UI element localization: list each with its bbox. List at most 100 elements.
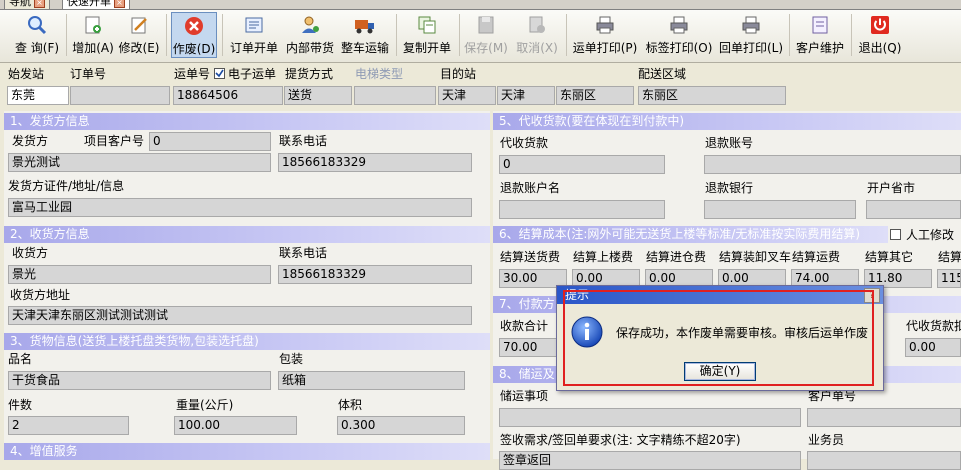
settle-total-field[interactable]: 115	[937, 269, 961, 288]
elevator-field[interactable]	[354, 86, 436, 105]
pack-field[interactable]: 纸箱	[278, 371, 465, 390]
search-icon	[26, 14, 48, 36]
settle-section-header: 6、结算成本(注:网外可能无送货上楼等标准/无标准按实际费用结算)	[493, 226, 888, 243]
settle-col-label: 结算	[938, 250, 961, 264]
dest-city-field[interactable]: 天津	[497, 86, 555, 105]
province-label: 开户省市	[867, 181, 916, 195]
receipt-field[interactable]: 签章返回	[499, 451, 801, 470]
customer-maintenance-button[interactable]: 客户维护	[794, 12, 846, 58]
order-no-field[interactable]	[70, 86, 170, 105]
goods-section-header: 3、货物信息(送货上楼托盘类货物,包装选托盘)	[4, 333, 490, 350]
void-button[interactable]: 作废(D)	[171, 12, 217, 58]
shipper-id-field[interactable]: 富马工业园	[8, 198, 472, 217]
save-button[interactable]: 保存(M)	[464, 12, 508, 58]
cod-amount-field[interactable]: 0	[499, 155, 665, 174]
pickup-field[interactable]: 送货	[284, 86, 352, 105]
consignee-name-field[interactable]: 景光	[8, 265, 271, 284]
settle-col-label: 结算进仓费	[646, 250, 707, 264]
truck-button[interactable]: 整车运输	[339, 12, 391, 58]
printer-icon	[740, 14, 762, 36]
cod-section-header: 5、代收货款(要在体现在到付款中)	[493, 113, 961, 130]
close-icon[interactable]: ×	[114, 0, 125, 8]
volume-label: 体积	[338, 398, 363, 412]
receipt-print-button[interactable]: 回单打印(L)	[718, 12, 784, 58]
start-station-label: 始发站	[8, 67, 45, 81]
shipper-section-header: 1、发货方信息	[4, 113, 490, 130]
highlight-box	[563, 290, 874, 386]
tab-quick-order[interactable]: 快速开单 ×	[62, 0, 130, 9]
payment-cod-label: 代收货款扣	[906, 319, 961, 333]
consignee-phone-label: 联系电话	[279, 246, 328, 260]
void-icon	[183, 15, 205, 37]
settle-col-label: 结算运费	[792, 250, 841, 264]
refund-name-label: 退款账户名	[500, 181, 561, 195]
elevator-label: 电梯类型	[355, 67, 404, 81]
shipper-name-label: 发货方	[12, 134, 49, 148]
person-icon	[299, 14, 321, 36]
cancel-button[interactable]: 取消(X)	[514, 12, 560, 58]
consignee-phone-field[interactable]: 18566183329	[278, 265, 472, 284]
volume-field[interactable]: 0.300	[337, 416, 465, 435]
waybill-no-label: 运单号	[174, 67, 211, 81]
e-waybill-checkbox[interactable]	[214, 68, 225, 79]
edit-button[interactable]: 修改(E)	[118, 12, 160, 58]
cancel-icon	[526, 14, 548, 36]
order-button[interactable]: 订单开单	[228, 12, 280, 58]
payment-total-label: 收款合计	[500, 319, 549, 333]
printer-icon	[594, 14, 616, 36]
refund-bank-label: 退款银行	[705, 181, 754, 195]
settle-col-label: 结算其它	[865, 250, 914, 264]
waybill-no-field[interactable]: 18864506	[173, 86, 283, 105]
delivery-area-field[interactable]: 东丽区	[638, 86, 786, 105]
tab-navigation[interactable]: 导航 ×	[4, 0, 50, 9]
weight-field[interactable]: 100.00	[174, 416, 297, 435]
payment-cod-field[interactable]: 0.00	[905, 338, 961, 357]
project-no-field[interactable]: 0	[149, 132, 271, 151]
internal-carry-button[interactable]: 内部带货	[284, 12, 336, 58]
printer-icon	[668, 14, 690, 36]
start-station-field[interactable]: 东莞	[7, 86, 69, 105]
customer-no-field[interactable]	[807, 408, 961, 427]
waybill-print-button[interactable]: 运单打印(P)	[571, 12, 639, 58]
qty-field[interactable]: 2	[8, 416, 129, 435]
shipper-phone-field[interactable]: 18566183329	[278, 153, 472, 172]
consignee-section-header: 2、收货方信息	[4, 226, 490, 243]
manual-edit-checkbox[interactable]	[890, 229, 901, 240]
refund-name-field[interactable]	[499, 200, 665, 219]
shipper-id-label: 发货方证件/地址/信息	[8, 179, 125, 193]
toolbar: 查 询(F) 增加(A) 修改(E) 作废(D) 订单开单 内部带货 整车运输 …	[0, 10, 961, 63]
refund-acct-field[interactable]	[704, 155, 961, 174]
salesman-field[interactable]	[807, 451, 961, 470]
qty-label: 件数	[8, 398, 33, 412]
refund-bank-field[interactable]	[704, 200, 856, 219]
add-doc-icon	[82, 14, 104, 36]
label-print-button[interactable]: 标签打印(O)	[645, 12, 713, 58]
customer-no-label: 客户单号	[808, 389, 857, 403]
delivery-area-label: 配送区域	[638, 67, 687, 81]
province-field[interactable]	[866, 200, 961, 219]
project-no-label: 项目客户号	[84, 134, 145, 148]
shipper-phone-label: 联系电话	[279, 134, 328, 148]
query-button[interactable]: 查 询(F)	[14, 12, 60, 58]
close-icon[interactable]: ×	[34, 0, 45, 8]
exit-button[interactable]: 退出(Q)	[856, 12, 904, 58]
storage-notes-label: 储运事项	[500, 389, 549, 403]
goods-name-field[interactable]: 干货食品	[8, 371, 271, 390]
storage-notes-field[interactable]	[499, 408, 801, 427]
dest-province-field[interactable]: 天津	[438, 86, 496, 105]
add-button[interactable]: 增加(A)	[72, 12, 114, 58]
settle-col-label: 结算上楼费	[573, 250, 634, 264]
consignee-addr-field[interactable]: 天津天津东丽区测试测试测试	[8, 306, 472, 325]
dest-district-field[interactable]: 东丽区	[556, 86, 634, 105]
copy-order-button[interactable]: 复制开单	[401, 12, 453, 58]
settle-col-label: 结算装卸叉车	[719, 250, 792, 264]
power-icon	[869, 14, 891, 36]
e-waybill-label: 电子运单	[228, 67, 277, 81]
refund-acct-label: 退款账号	[705, 136, 754, 150]
shipper-name-field[interactable]: 景光测试	[8, 153, 271, 172]
truck-icon	[354, 14, 376, 36]
pack-label: 包装	[279, 352, 304, 366]
value-added-section-header: 4、增值服务	[4, 443, 490, 460]
manual-edit-label: 人工修改	[906, 228, 955, 242]
consignee-addr-label: 收货方地址	[10, 288, 71, 302]
